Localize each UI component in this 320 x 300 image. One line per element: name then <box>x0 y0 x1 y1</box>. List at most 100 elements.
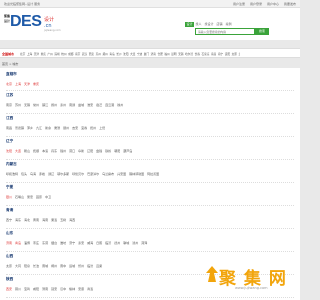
city-link[interactable]: 吴忠 <box>27 195 33 199</box>
nav-city-link[interactable]: 上海 <box>27 52 32 56</box>
search-tab-find-design[interactable]: 找设计 <box>203 22 215 27</box>
city-link[interactable]: 东营 <box>42 241 48 245</box>
city-link[interactable]: 威海 <box>87 241 93 245</box>
city-link[interactable]: 运城 <box>69 264 75 268</box>
city-link[interactable]: 晋城 <box>42 264 48 268</box>
publish-link[interactable]: 我要发布 <box>284 2 296 6</box>
nav-city-link[interactable]: 福州 <box>164 52 169 56</box>
city-link[interactable]: 渭南 <box>42 287 48 291</box>
city-link[interactable]: 大同 <box>15 264 21 268</box>
site-logo[interactable]: 聚集设计 DES 设计 .cn jujiwang.com <box>4 13 64 34</box>
city-link[interactable]: 乌兰察布 <box>102 172 114 176</box>
search-tab-case[interactable]: 案例 <box>224 22 233 27</box>
nav-city-link[interactable]: 武汉 <box>82 52 87 56</box>
nav-city-link[interactable]: 成都 <box>68 52 73 56</box>
city-link[interactable]: 长治 <box>33 264 39 268</box>
nav-city-link[interactable]: 哈尔滨 <box>185 52 193 56</box>
province-name[interactable]: 辽宁 <box>6 139 13 144</box>
city-link[interactable]: 淄博 <box>24 241 30 245</box>
nav-city-link[interactable]: 贵阳 <box>225 52 230 56</box>
nav-city-link[interactable]: 天津 <box>34 52 39 56</box>
nav-city-link[interactable]: 长沙 <box>116 52 121 56</box>
city-link[interactable]: 北京 <box>6 82 12 86</box>
province-name[interactable]: 直辖市 <box>6 72 17 77</box>
city-link[interactable]: 丹东 <box>51 149 57 153</box>
nav-city-link[interactable]: 兰州 <box>239 52 241 56</box>
city-link[interactable]: 镇江 <box>42 103 48 107</box>
city-link[interactable]: 淮安 <box>87 103 93 107</box>
city-link[interactable]: 枣庄 <box>33 241 39 245</box>
city-link[interactable]: 济宁 <box>69 241 75 245</box>
nav-city-link[interactable]: 合肥 <box>158 52 163 56</box>
register-link[interactable]: 用户注册 <box>233 2 245 6</box>
city-link[interactable]: 萍乡 <box>27 126 33 130</box>
city-link[interactable]: 沈阳 <box>6 149 12 153</box>
nav-city-link[interactable]: 西安 <box>89 52 94 56</box>
city-link[interactable]: 南昌 <box>6 126 12 130</box>
city-link[interactable]: 赤峰 <box>39 172 45 176</box>
city-link[interactable]: 海东 <box>15 218 21 222</box>
search-tab-design[interactable]: 设计 <box>185 22 195 27</box>
city-link[interactable]: 玉树 <box>60 218 66 222</box>
city-link[interactable]: 日照 <box>96 241 102 245</box>
city-link[interactable]: 赣州 <box>63 126 69 130</box>
nav-city-link[interactable]: 重庆 <box>41 52 46 56</box>
city-link[interactable]: 黄南 <box>33 218 39 222</box>
login-link[interactable]: 用户登录 <box>250 2 262 6</box>
city-link[interactable]: 南京 <box>6 103 12 107</box>
nav-city-link[interactable]: 沈阳 <box>123 52 128 56</box>
city-link[interactable]: 德州 <box>114 241 120 245</box>
city-link[interactable]: 宜春 <box>81 126 87 130</box>
province-name[interactable]: 山西 <box>6 254 13 259</box>
city-link[interactable]: 潍坊 <box>60 241 66 245</box>
city-link[interactable]: 鞍山 <box>24 149 30 153</box>
province-name[interactable]: 山东 <box>6 231 13 236</box>
city-link[interactable]: 银川 <box>6 195 12 199</box>
city-link[interactable]: 天津 <box>24 82 30 86</box>
city-link[interactable]: 包头 <box>21 172 27 176</box>
search-button[interactable]: 搜索 <box>255 28 269 35</box>
province-name[interactable]: 江苏 <box>6 93 13 98</box>
nav-city-link[interactable]: 大连 <box>130 52 135 56</box>
city-link[interactable]: 朔州 <box>51 264 57 268</box>
city-link[interactable]: 呼伦贝尔 <box>72 172 84 176</box>
city-link[interactable]: 朝阳 <box>114 149 120 153</box>
nav-city-link[interactable]: 昆明 <box>171 52 176 56</box>
city-link[interactable]: 吉安 <box>72 126 78 130</box>
city-link[interactable]: 菏泽 <box>141 241 147 245</box>
city-link[interactable]: 九江 <box>36 126 42 130</box>
city-link[interactable]: 聊城 <box>123 241 129 245</box>
nav-city-link[interactable]: 青岛 <box>109 52 114 56</box>
city-link[interactable]: 鄂尔多斯 <box>57 172 69 176</box>
nav-city-link[interactable]: 南昌 <box>211 52 216 56</box>
nav-city-link[interactable]: 宁波 <box>137 52 142 56</box>
province-name[interactable]: 陕西 <box>6 277 13 282</box>
city-link[interactable]: 铁岭 <box>105 149 111 153</box>
city-link[interactable]: 海南 <box>42 218 48 222</box>
city-link[interactable]: 咸阳 <box>33 287 39 291</box>
city-link[interactable]: 营口 <box>69 149 75 153</box>
search-input[interactable] <box>198 29 246 34</box>
nav-city-link[interactable]: 太原 <box>232 52 237 56</box>
nav-city-link[interactable]: 长春 <box>195 52 200 56</box>
city-link[interactable]: 锡林郭勒盟 <box>129 172 144 176</box>
city-link[interactable]: 延安 <box>51 287 57 291</box>
city-link[interactable]: 果洛 <box>51 218 57 222</box>
province-name[interactable]: 青海 <box>6 208 13 213</box>
nav-city-link[interactable]: 济南 <box>151 52 156 56</box>
city-link[interactable]: 中卫 <box>45 195 51 199</box>
nav-city-link[interactable]: 杭州 <box>61 52 66 56</box>
nav-city-link[interactable]: 南宁 <box>218 52 223 56</box>
city-link[interactable]: 徐州 <box>117 103 123 107</box>
city-link[interactable]: 连云港 <box>105 103 114 107</box>
city-link[interactable]: 扬州 <box>51 103 57 107</box>
city-link[interactable]: 西宁 <box>6 218 12 222</box>
province-name[interactable]: 宁夏 <box>6 185 13 190</box>
city-link[interactable]: 泰州 <box>60 103 66 107</box>
city-link[interactable]: 葫芦岛 <box>123 149 132 153</box>
city-link[interactable]: 泰安 <box>78 241 84 245</box>
city-link[interactable]: 抚顺 <box>33 149 39 153</box>
city-link[interactable]: 新余 <box>45 126 51 130</box>
city-link[interactable]: 辽阳 <box>87 149 93 153</box>
city-link[interactable]: 海西 <box>69 218 75 222</box>
